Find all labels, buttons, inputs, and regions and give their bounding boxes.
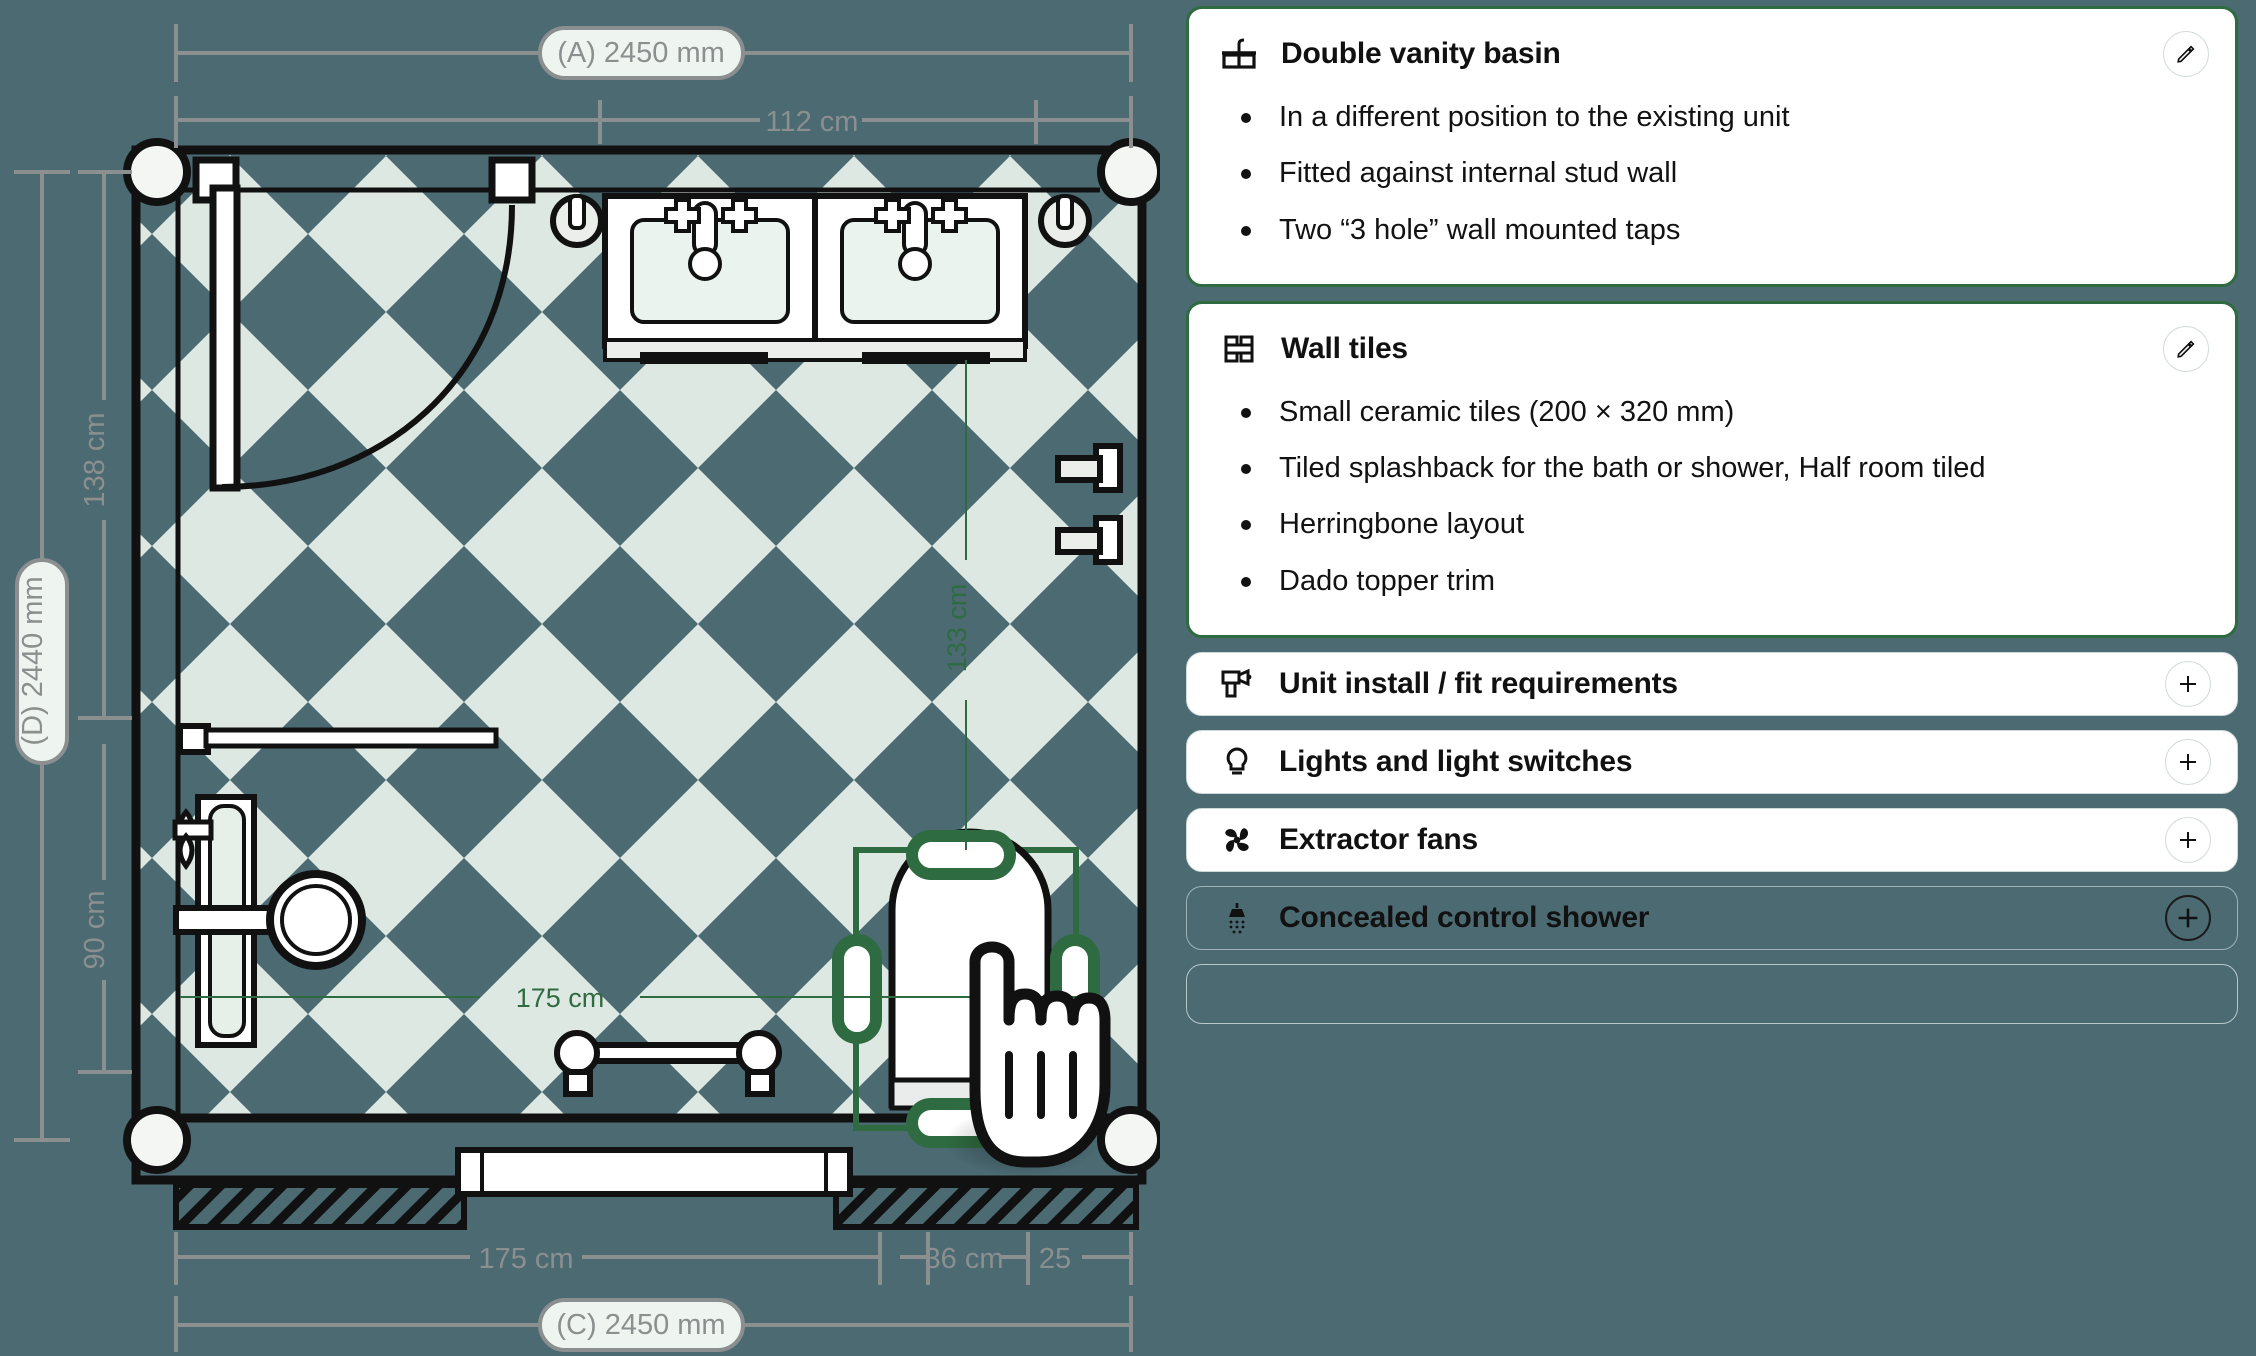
bullet-icon <box>1241 520 1251 531</box>
plus-icon <box>2180 753 2196 770</box>
list-item: Herringbone layout <box>1241 496 2195 552</box>
list-item: Dado topper trim <box>1241 553 2195 609</box>
card-bullets: Small ceramic tiles (200 × 320 mm) Tiled… <box>1189 382 2235 635</box>
add-button[interactable] <box>2165 738 2211 785</box>
plus-icon <box>2180 831 2196 848</box>
spec-card-concealed-control-shower[interactable]: Concealed control shower <box>1186 885 2238 950</box>
card-header[interactable]: Wall tiles <box>1189 304 2235 382</box>
selection-vertical-label: 133 cm <box>942 584 972 673</box>
bullet-text: Small ceramic tiles (200 × 320 mm) <box>1279 395 1735 428</box>
card-header[interactable]: Extractor fans <box>1187 809 2237 871</box>
dim-bottom-left-label: 175 cm <box>478 1243 573 1275</box>
card-title: Wall tiles <box>1281 331 1408 365</box>
towel-rail[interactable] <box>177 723 499 755</box>
shower-head-icon <box>1217 898 1257 938</box>
bullet-icon <box>1241 407 1251 418</box>
card-header[interactable]: Double vanity basin <box>1189 9 2235 87</box>
dim-left-overall-label: (D) 2440 mm <box>17 576 49 745</box>
dim-top-overall-label: (A) 2450 mm <box>557 37 725 69</box>
edit-button[interactable] <box>2163 325 2209 372</box>
card-title: Lights and light switches <box>1279 744 1633 778</box>
double-vanity-basin[interactable] <box>550 193 1092 364</box>
spec-card-unit-install-fit-requirements[interactable]: Unit install / fit requirements <box>1186 651 2238 716</box>
card-header[interactable]: Unit install / fit requirements <box>1187 653 2237 715</box>
spec-card-double-vanity-basin[interactable]: Double vanity basin In a different posit… <box>1186 6 2238 287</box>
list-item: Two “3 hole” wall mounted taps <box>1241 202 2195 258</box>
dim-left-lower-label: 90 cm <box>79 891 111 970</box>
dim-bottom-right-label: 25 <box>1039 1243 1071 1275</box>
selection-horizontal-label: 175 cm <box>516 983 605 1013</box>
spec-card-wall-tiles[interactable]: Wall tiles Small ceramic tiles (200 × 32… <box>1186 300 2238 638</box>
bullet-text: In a different position to the existing … <box>1279 101 1790 133</box>
card-bullets: In a different position to the existing … <box>1189 87 2235 284</box>
floor-plan-canvas[interactable]: 133 cm 175 cm (A) 2450 mm 112 cm (D) 244… <box>0 0 1160 1356</box>
dimension-pill-top[interactable]: (A) 2450 mm <box>538 26 745 80</box>
floor-plan-svg[interactable]: 133 cm 175 cm (A) 2450 mm 112 cm (D) 244… <box>0 0 1160 1356</box>
bullet-icon <box>1241 464 1251 475</box>
list-item: Small ceramic tiles (200 × 320 mm) <box>1241 384 2195 440</box>
card-header[interactable]: Concealed control shower <box>1187 887 2237 949</box>
drill-icon <box>1217 664 1257 704</box>
list-item: Fitted against internal stud wall <box>1241 145 2195 201</box>
add-button[interactable] <box>2165 660 2211 707</box>
dimension-pill-left[interactable]: (D) 2440 mm <box>15 558 69 765</box>
bullet-icon <box>1241 169 1251 180</box>
card-title: Concealed control shower <box>1279 900 1650 934</box>
card-title: Extractor fans <box>1279 822 1478 856</box>
pencil-icon <box>2177 45 2195 63</box>
bullet-icon <box>1241 225 1251 236</box>
bottom-opening[interactable] <box>455 1147 853 1197</box>
dim-bottom-overall-label: (C) 2450 mm <box>556 1309 725 1341</box>
bullet-text: Dado topper trim <box>1279 564 1495 597</box>
spec-card-extractor-fans[interactable]: Extractor fans <box>1186 807 2238 872</box>
card-title: Double vanity basin <box>1281 37 1561 70</box>
bullet-text: Herringbone layout <box>1279 508 1525 541</box>
plus-icon <box>2178 908 2198 928</box>
dim-bottom-mid-label: 36 cm <box>925 1243 1004 1275</box>
dim-top-inner-label: 112 cm <box>766 106 859 138</box>
fan-icon <box>1217 820 1257 860</box>
bullet-text: Fitted against internal stud wall <box>1279 157 1678 190</box>
edit-button[interactable] <box>2163 31 2209 77</box>
app-root: 133 cm 175 cm (A) 2450 mm 112 cm (D) 244… <box>0 0 2256 1356</box>
pencil-icon <box>2177 340 2195 358</box>
bullet-text: Tiled splashback for the bath or shower,… <box>1279 452 1986 485</box>
add-button[interactable] <box>2165 894 2211 941</box>
card-header[interactable]: Lights and light switches <box>1187 731 2237 793</box>
vanity-basin-icon <box>1219 34 1259 74</box>
add-button[interactable] <box>2165 816 2211 863</box>
spec-card-next-partial[interactable] <box>1186 963 2238 1024</box>
list-item: Tiled splashback for the bath or shower,… <box>1241 440 2195 496</box>
dimension-pill-bottom[interactable]: (C) 2450 mm <box>538 1298 745 1352</box>
lightbulb-icon <box>1217 742 1257 782</box>
bullet-icon <box>1241 113 1251 123</box>
spec-card-lights-and-light-switches[interactable]: Lights and light switches <box>1186 729 2238 794</box>
spec-panel[interactable]: Double vanity basin In a different posit… <box>1160 0 2256 1356</box>
list-item: In a different position to the existing … <box>1241 89 2195 145</box>
bullet-text: Two “3 hole” wall mounted taps <box>1279 213 1681 246</box>
bullet-icon <box>1241 576 1251 587</box>
wall-tiles-icon <box>1219 329 1259 369</box>
plus-icon <box>2180 675 2196 692</box>
dim-left-upper-label: 138 cm <box>79 412 111 507</box>
card-title: Unit install / fit requirements <box>1279 666 1678 700</box>
